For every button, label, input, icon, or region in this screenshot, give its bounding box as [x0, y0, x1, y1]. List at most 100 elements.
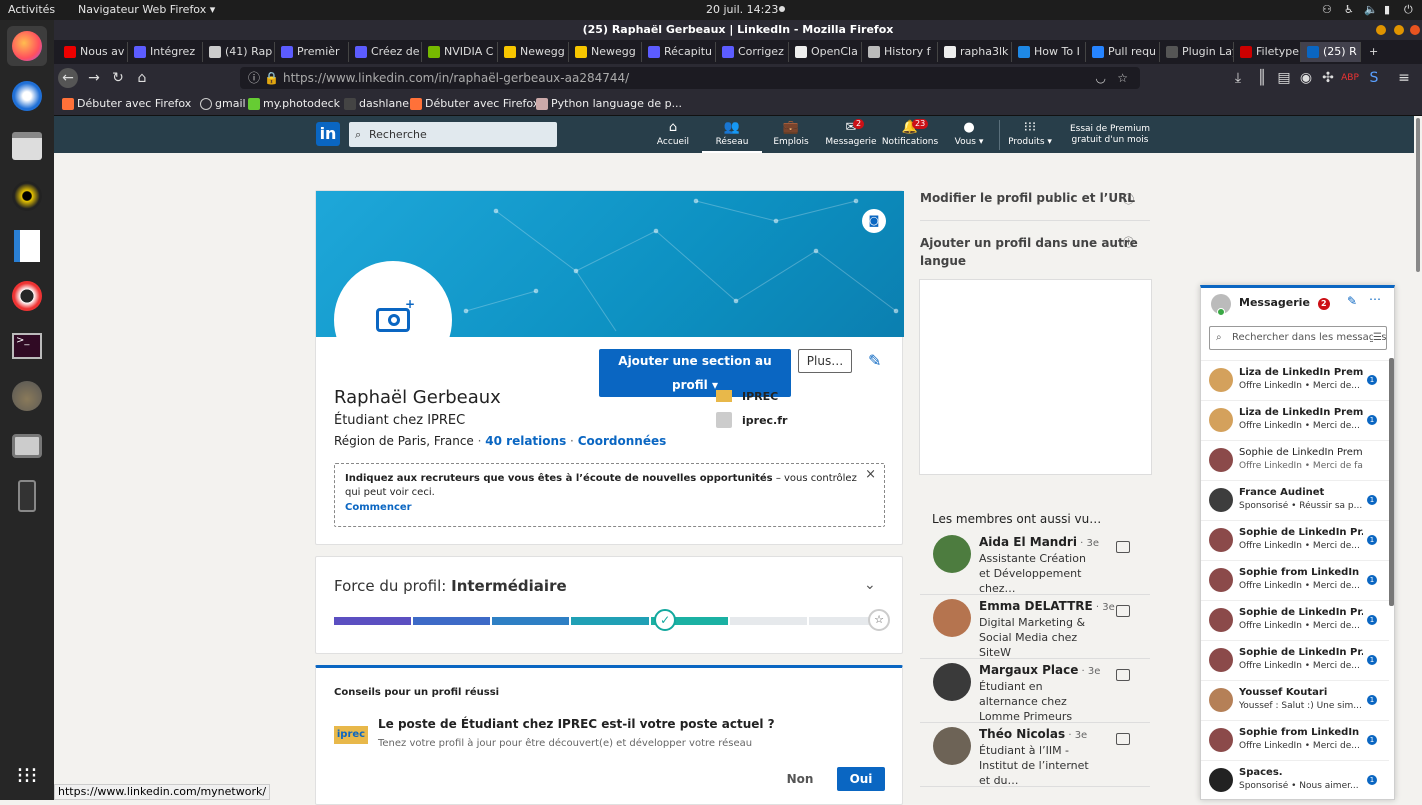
browser-tab[interactable]: Filetype	[1234, 42, 1301, 62]
conversation-item[interactable]: Liza de LinkedIn Prem... Offre LinkedIn •…	[1201, 360, 1389, 400]
thunderbird-launcher[interactable]	[7, 76, 47, 116]
premium-trial-link[interactable]: Essai de Premium gratuit d'un mois	[1064, 124, 1156, 146]
website-link[interactable]: iprec.fr	[742, 414, 787, 427]
url-bar[interactable]: ⓘ 🔒 https://www.linkedin.com/in/raphaël-…	[240, 67, 1140, 89]
browser-tab[interactable]: Pull requ	[1086, 42, 1160, 62]
conversation-item[interactable]: Spaces. Sponsorisé • Nous aimer... 1	[1201, 760, 1389, 800]
forward-button[interactable]: →	[84, 68, 104, 88]
show-applications-button[interactable]: ⁝⁝⁝	[7, 756, 47, 796]
adblock-icon[interactable]: ABP	[1340, 68, 1360, 88]
clock[interactable]: 20 juil. 14:23	[706, 3, 778, 16]
pocket-icon[interactable]: ◡	[1096, 67, 1106, 89]
messaging-scrollbar[interactable]	[1389, 358, 1394, 606]
close-icon[interactable]: ×	[865, 468, 876, 482]
messaging-title[interactable]: Messagerie 2	[1239, 296, 1330, 310]
nav-network[interactable]: 👥 Réseau	[702, 119, 762, 153]
connections-link[interactable]: 40 relations	[485, 434, 566, 448]
info-icon[interactable]: ⓘ	[248, 67, 260, 89]
browser-tab[interactable]: (41) Rap	[203, 42, 275, 62]
conversation-item[interactable]: Liza de LinkedIn Prem... Offre LinkedIn •…	[1201, 400, 1389, 440]
bookmark-item[interactable]: dashlane	[344, 96, 409, 112]
close-window-button[interactable]	[1410, 25, 1420, 35]
accessibility-icon[interactable]: ♿	[1344, 3, 1354, 16]
bookmark-item[interactable]: Débuter avec Firefox	[410, 96, 539, 112]
app-menu[interactable]: Navigateur Web Firefox ▾	[78, 3, 215, 16]
files-launcher[interactable]	[7, 126, 47, 166]
conversation-item[interactable]: Sophie de LinkedIn Pr... Offre LinkedIn •…	[1201, 640, 1389, 680]
account-icon[interactable]: ◉	[1296, 68, 1316, 88]
lock-icon[interactable]: 🔒	[264, 67, 279, 89]
bookmark-star-icon[interactable]: ☆	[1117, 67, 1128, 89]
activities-button[interactable]: Activités	[8, 3, 55, 16]
browser-tab[interactable]: rapha3lk	[938, 42, 1012, 62]
edit-banner-camera-icon[interactable]: ◙	[862, 209, 886, 233]
edit-public-profile-link[interactable]: Modifier le profil public et l’URL	[920, 191, 1135, 205]
nav-jobs[interactable]: 💼 Emplois	[761, 119, 821, 147]
messaging-search-input[interactable]: ⌕ Rechercher dans les messages ☰	[1209, 326, 1387, 350]
help-launcher[interactable]	[7, 276, 47, 316]
conversation-item[interactable]: Sophie from LinkedIn ... Offre LinkedIn •…	[1201, 720, 1389, 760]
nav-notifications[interactable]: 🔔 23 Notifications	[880, 119, 940, 147]
browser-tab[interactable]: OpenCla	[789, 42, 862, 62]
people-also-viewed-item[interactable]: Margaux Place · 3e Étudiant en alternanc…	[920, 659, 1150, 723]
menu-icon[interactable]: ≡	[1394, 68, 1414, 88]
linkedin-logo[interactable]: in	[316, 122, 340, 146]
message-icon[interactable]	[1116, 669, 1130, 681]
add-language-profile-link[interactable]: Ajouter un profil dans une autre langue	[920, 234, 1138, 270]
page-scrollbar[interactable]	[1414, 116, 1422, 800]
browser-tab[interactable]: Corrigez	[716, 42, 789, 62]
help-icon[interactable]: ⓘ	[1123, 234, 1134, 250]
yes-button[interactable]: Oui	[837, 767, 885, 791]
get-started-link[interactable]: Commencer	[345, 501, 860, 515]
browser-tab[interactable]: NVIDIA C	[422, 42, 498, 62]
people-also-viewed-item[interactable]: Aida El Mandri · 3e Assistante Création …	[920, 531, 1150, 595]
terminal-launcher[interactable]: >_	[7, 326, 47, 366]
browser-tab[interactable]: (25) R	[1301, 42, 1361, 62]
rhythmbox-launcher[interactable]	[7, 176, 47, 216]
writer-launcher[interactable]	[7, 226, 47, 266]
library-icon[interactable]: ║	[1252, 68, 1272, 88]
sidebar-icon[interactable]: ▤	[1274, 68, 1294, 88]
profile-photo-placeholder[interactable]: +	[334, 261, 452, 379]
bookmark-item[interactable]: Python language de p...	[536, 96, 682, 112]
nav-products[interactable]: ⁝⁝⁝ Produits ▾	[1000, 119, 1060, 147]
reload-button[interactable]: ↻	[108, 68, 128, 88]
dashlane-icon[interactable]: S	[1364, 68, 1384, 88]
conversation-item[interactable]: Sophie from LinkedIn ... Offre LinkedIn •…	[1201, 560, 1389, 600]
minimize-button[interactable]	[1376, 25, 1386, 35]
conversation-item[interactable]: Sophie de LinkedIn Pr... Offre LinkedIn •…	[1201, 600, 1389, 640]
conversation-item[interactable]: Youssef Koutari Youssef : Salut :) Une si…	[1201, 680, 1389, 720]
people-also-viewed-item[interactable]: Théo Nicolas · 3e Étudiant à l’IIM - Ins…	[920, 723, 1150, 787]
browser-tab[interactable]: Plugin Layo	[1160, 42, 1234, 62]
power-icon[interactable]: ⏻	[1404, 3, 1413, 17]
browser-tab[interactable]: Newegg	[569, 42, 642, 62]
people-also-viewed-item[interactable]: Emma DELATTRE · 3e Digital Marketing & S…	[920, 595, 1150, 659]
contact-info-link[interactable]: Coordonnées	[578, 434, 667, 448]
bookmark-item[interactable]: Débuter avec Firefox	[62, 96, 191, 112]
nav-home[interactable]: ⌂ Accueil	[643, 119, 703, 147]
new-tab-button[interactable]: +	[1365, 42, 1385, 62]
edit-pencil-icon[interactable]: ✎	[868, 351, 881, 370]
browser-tab[interactable]: Récapitu	[642, 42, 716, 62]
chevron-down-icon[interactable]: ⌄	[864, 577, 876, 593]
conversation-item[interactable]: Sophie de LinkedIn Premi... Offre LinkedI…	[1201, 440, 1389, 480]
company-link[interactable]: IPREC	[742, 390, 778, 403]
battery-icon[interactable]: ▮	[1384, 3, 1390, 16]
phone-launcher[interactable]	[7, 476, 47, 516]
bookmark-item[interactable]: my.photodeck	[248, 96, 340, 112]
nav-messaging[interactable]: ✉ 2 Messagerie	[821, 119, 881, 147]
browser-tab[interactable]: Créez de	[349, 42, 422, 62]
maximize-button[interactable]	[1394, 25, 1404, 35]
help-icon[interactable]: ⓘ	[1123, 191, 1134, 207]
message-icon[interactable]	[1116, 605, 1130, 617]
nav-me[interactable]: ● Vous ▾	[939, 119, 999, 147]
firefox-launcher[interactable]	[7, 26, 47, 66]
browser-tab[interactable]: Premièr	[275, 42, 349, 62]
search-input[interactable]: ⌕ Recherche	[349, 122, 557, 147]
browser-tab[interactable]: History f	[862, 42, 938, 62]
browser-tab[interactable]: How To I	[1012, 42, 1086, 62]
gimp-launcher[interactable]	[7, 376, 47, 416]
conversation-item[interactable]: Sophie de LinkedIn Pr... Offre LinkedIn •…	[1201, 520, 1389, 560]
bookmark-item[interactable]: gmail	[200, 96, 246, 112]
browser-tab[interactable]: Intégrez	[128, 42, 203, 62]
